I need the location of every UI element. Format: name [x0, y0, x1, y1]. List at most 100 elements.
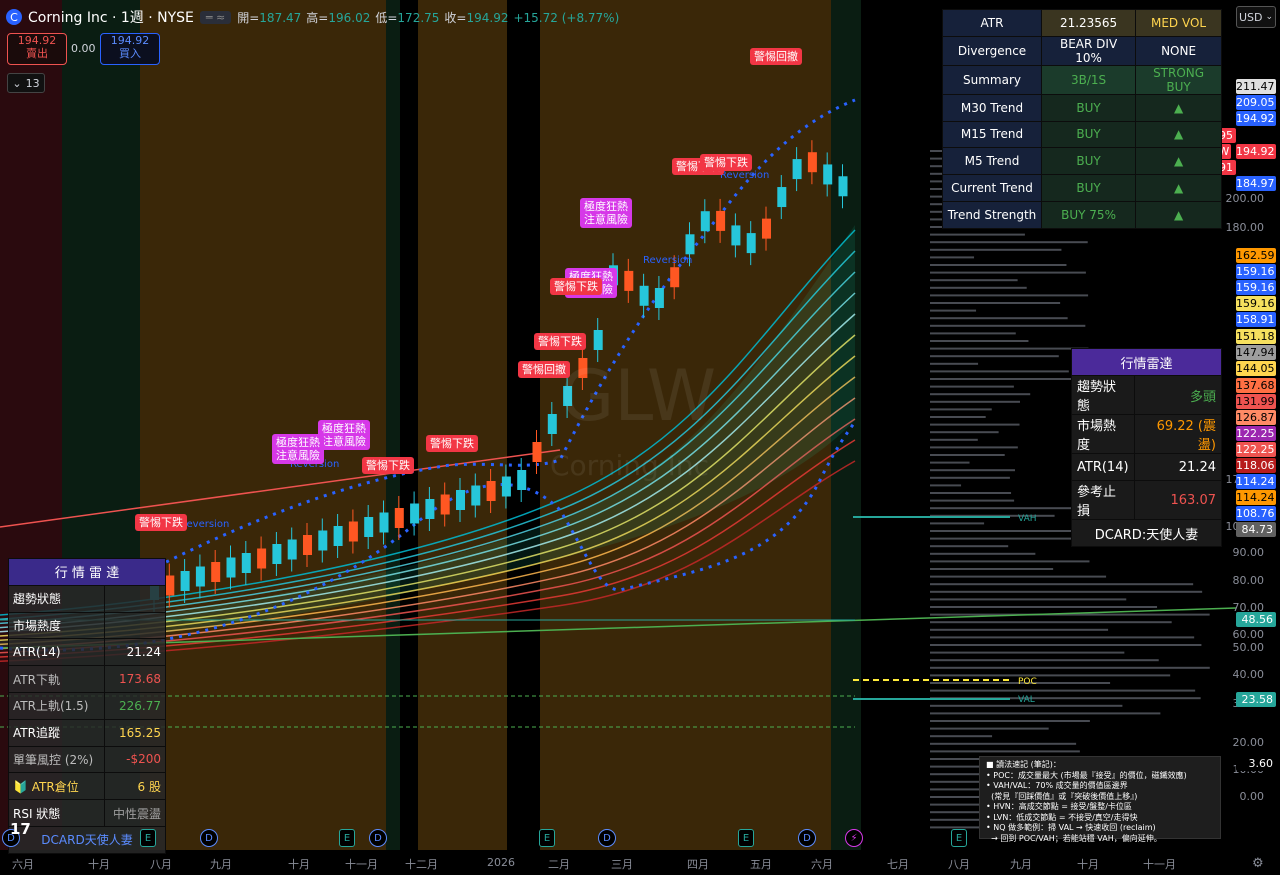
candle-body[interactable]: [807, 152, 817, 173]
price-tag: 158.91: [1236, 312, 1276, 327]
sell-button[interactable]: 194.92 賣出: [7, 33, 67, 65]
buy-label: 買入: [119, 47, 141, 60]
candle-body[interactable]: [303, 535, 312, 555]
candle-body[interactable]: [654, 287, 664, 308]
trend-cell-c2: BUY: [1040, 120, 1137, 149]
radar-row: 趨勢狀態 多頭: [1071, 375, 1223, 415]
earnings-icon[interactable]: E: [539, 829, 555, 847]
dividend-icon[interactable]: D: [798, 829, 816, 847]
candle-body[interactable]: [762, 218, 771, 239]
candle-body[interactable]: [624, 270, 634, 291]
candle-body[interactable]: [670, 267, 680, 288]
candle-body[interactable]: [593, 330, 603, 350]
candle-body[interactable]: [746, 233, 756, 254]
dividend-icon[interactable]: D: [200, 829, 218, 847]
candle-body[interactable]: [226, 557, 236, 578]
price-tag: 144.05: [1236, 361, 1276, 376]
time-axis-label: 八月: [948, 858, 970, 871]
currency-selector[interactable]: USD ⌄: [1236, 6, 1276, 28]
dividend-icon[interactable]: D: [598, 829, 616, 847]
candle-body[interactable]: [364, 517, 374, 537]
candle-body[interactable]: [792, 159, 802, 180]
reversion-label: Reversion: [720, 170, 769, 181]
interval-selector[interactable]: ⌄ 13: [7, 73, 45, 93]
price-tag: 114.24: [1236, 490, 1276, 505]
earnings-icon[interactable]: E: [951, 829, 967, 847]
signal-tag: 警惕下跌: [135, 514, 187, 531]
buy-price: 194.92: [110, 34, 150, 47]
candle-body[interactable]: [379, 512, 389, 533]
earnings-icon[interactable]: E: [738, 829, 754, 847]
trend-cell-c3: MED VOL: [1135, 9, 1222, 37]
candle-body[interactable]: [456, 490, 465, 510]
radar-value: 226.77: [103, 691, 167, 720]
candle-body[interactable]: [838, 176, 848, 197]
settings-gear-icon[interactable]: ⚙: [1252, 856, 1264, 871]
time-axis-label: 九月: [210, 858, 232, 871]
indicator-toggle-pill[interactable]: ═ ≈: [199, 10, 232, 24]
radar-value: 173.68: [103, 665, 167, 693]
candle-body[interactable]: [287, 539, 297, 560]
candle-body[interactable]: [547, 414, 557, 434]
candle-body[interactable]: [410, 503, 420, 524]
volume-profile-bar: [930, 264, 1067, 266]
candle-body[interactable]: [731, 225, 741, 246]
time-axis-label: 八月: [150, 858, 172, 871]
candle-body[interactable]: [241, 553, 251, 573]
candle-body[interactable]: [180, 571, 190, 591]
volume-profile-bar: [930, 248, 1062, 251]
dividend-icon[interactable]: D: [369, 829, 387, 847]
volume-profile-bar: [930, 735, 993, 738]
earnings-icon[interactable]: E: [140, 829, 156, 847]
candle-body[interactable]: [165, 575, 175, 596]
candle-body[interactable]: [823, 164, 833, 185]
candle-body[interactable]: [486, 481, 496, 501]
candle-body[interactable]: [257, 548, 267, 569]
candle-body[interactable]: [333, 526, 343, 546]
candle-body[interactable]: [716, 210, 726, 231]
ohlc-item: +15.72 (+8.77%): [513, 11, 619, 25]
candle-body[interactable]: [440, 494, 450, 515]
volume-profile-bar: [930, 484, 962, 487]
radar-key: 市場熱度: [8, 611, 105, 640]
candle-body[interactable]: [501, 476, 511, 497]
candle-body[interactable]: [700, 211, 710, 232]
radar-key: ATR(14): [1071, 453, 1135, 481]
candle-body[interactable]: [394, 508, 404, 528]
price-tag: 122.25: [1236, 442, 1276, 457]
buy-button[interactable]: 194.92 買入: [100, 33, 160, 65]
candle-body[interactable]: [425, 499, 435, 519]
candle-body[interactable]: [639, 285, 649, 306]
time-axis-label: 十一月: [345, 858, 378, 871]
candle-body[interactable]: [471, 485, 481, 506]
candle-body[interactable]: [777, 187, 787, 208]
trend-cell-c1: Divergence: [942, 35, 1042, 66]
signal-tag: 警惕回撤: [518, 361, 570, 378]
volume-profile-bar: [930, 393, 1031, 396]
candle-body[interactable]: [318, 530, 328, 551]
radar-value: 163.07: [1133, 480, 1223, 520]
trend-cell-c2: BUY: [1040, 93, 1137, 122]
price-tag: 209.05: [1236, 95, 1276, 110]
radar-key: ATR(14): [8, 638, 105, 667]
radar-key: ATR下軌: [8, 665, 105, 693]
candle-body[interactable]: [211, 562, 221, 582]
flash-event-icon[interactable]: ⚡: [845, 829, 863, 847]
trend-summary-table: ATR 21.23565 MED VOL Divergence BEAR DIV 10%…: [942, 9, 1222, 229]
candle-body[interactable]: [532, 442, 542, 462]
candle-body[interactable]: [685, 234, 695, 255]
volume-profile-bar: [930, 537, 1083, 540]
symbol-title[interactable]: Corning Inc · 1週 · NYSE: [28, 7, 194, 27]
earnings-icon[interactable]: E: [339, 829, 355, 847]
trend-cell-c2: BUY: [1040, 174, 1137, 202]
candle-body[interactable]: [348, 521, 358, 542]
sell-label: 賣出: [26, 47, 48, 60]
time-axis-label: 十月: [1077, 858, 1099, 871]
time-axis[interactable]: 六月 十月 八月 九月 十月 十一月 十二月 2026 二月 三月 四月 五月 六月 七月 八月 九月 十月 十一…: [0, 850, 1280, 875]
ohlc-value: 172.75: [397, 10, 440, 25]
candle-body[interactable]: [195, 566, 205, 587]
price-axis-label: 80.00: [1232, 574, 1265, 587]
candle-body[interactable]: [272, 544, 282, 564]
price-tag: 137.68: [1236, 378, 1276, 393]
candle-body[interactable]: [517, 470, 527, 490]
